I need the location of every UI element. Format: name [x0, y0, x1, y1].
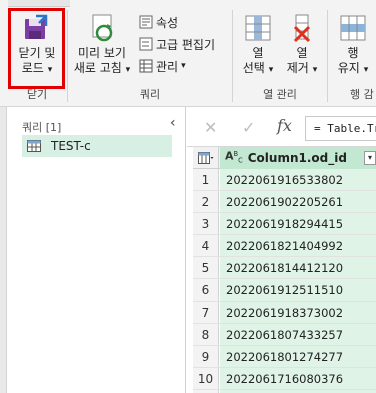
cell-od-id[interactable]: 2022061918294415	[220, 213, 376, 235]
row-number[interactable]: 4	[193, 235, 219, 257]
cell-od-id[interactable]: 2022061821404992	[220, 235, 376, 257]
refresh-preview-label-2: 새로 고침	[73, 61, 122, 75]
cell-od-id[interactable]: 2022061918373002	[220, 301, 376, 323]
group-label-close: 닫기	[26, 88, 48, 101]
manage-label: 관리	[156, 59, 179, 74]
group-label-query: 쿼리	[139, 88, 161, 101]
row-number[interactable]: 1	[193, 169, 219, 191]
table-row[interactable]: 5 2022061814412120	[193, 257, 376, 280]
left-edge-strip	[0, 107, 7, 393]
table-icon	[27, 140, 41, 152]
table-row[interactable]: 10 2022061716080376	[193, 367, 376, 390]
column-header-label: Column1.od_id	[247, 151, 347, 165]
cell-od-id[interactable]: 2022061801274277	[220, 345, 376, 367]
properties-button[interactable]: 속성	[139, 13, 178, 31]
choose-columns-button[interactable]: 열 선택 ▾	[237, 13, 279, 78]
table-menu-icon	[197, 152, 213, 164]
remove-columns-icon	[293, 14, 311, 43]
row-number[interactable]: 7	[193, 301, 219, 323]
formula-input[interactable]: = Table.Tr	[305, 116, 376, 141]
row-number[interactable]: 9	[193, 345, 219, 367]
table-row[interactable]: 9 2022061801274277	[193, 345, 376, 368]
chevron-down-icon: ▾	[125, 65, 131, 75]
remove-columns-label-2: 제거	[286, 61, 309, 75]
cell-od-id[interactable]: 2022061814412120	[220, 257, 376, 279]
manage-button[interactable]: 관리 ▾	[139, 57, 186, 75]
manage-icon	[139, 59, 153, 73]
table-row[interactable]: 3 2022061918294415	[193, 213, 376, 236]
cell-od-id[interactable]: 2022061807433257	[220, 323, 376, 345]
group-separator	[67, 10, 68, 102]
keep-rows-label-1: 행	[347, 46, 359, 60]
cancel-formula-icon[interactable]: ✕	[204, 118, 217, 137]
refresh-preview-icon	[92, 14, 113, 42]
cell-od-id[interactable]: 2022061902205261	[220, 191, 376, 213]
chevron-down-icon: ▾	[181, 61, 186, 71]
group-separator	[327, 10, 328, 102]
keep-rows-button[interactable]: 행 유지 ▾	[331, 13, 375, 78]
keep-rows-label-2: 유지	[337, 61, 360, 75]
commit-formula-icon[interactable]: ✓	[242, 118, 255, 137]
cell-od-id[interactable]: 2022061716080376	[220, 367, 376, 389]
table-row[interactable]: 1 2022061916533802	[193, 169, 376, 192]
group-label-column-management: 열 관리	[263, 88, 297, 101]
remove-columns-button[interactable]: 열 제거 ▾	[281, 13, 323, 78]
close-and-load-highlight	[8, 8, 65, 89]
advanced-editor-icon	[139, 37, 153, 51]
advanced-editor-label: 고급 편집기	[156, 37, 216, 52]
chevron-down-icon: ▾	[268, 65, 274, 75]
refresh-preview-label-1: 미리 보기	[78, 46, 126, 60]
refresh-preview-button[interactable]: 미리 보기 새로 고침 ▾	[70, 13, 134, 78]
choose-columns-icon	[245, 15, 271, 41]
table-row[interactable]: 4 2022061821404992	[193, 235, 376, 258]
advanced-editor-button[interactable]: 고급 편집기	[139, 35, 215, 53]
chevron-down-icon: ▾	[363, 65, 369, 75]
cell-od-id[interactable]: 2022061912511510	[220, 279, 376, 301]
row-number[interactable]: 5	[193, 257, 219, 279]
row-number[interactable]: 8	[193, 323, 219, 345]
row-number[interactable]: 6	[193, 279, 219, 301]
table-row[interactable]: 2 2022061902205261	[193, 191, 376, 214]
query-item-label: TEST-c	[51, 139, 91, 153]
collapse-pane-chevron-icon[interactable]: ‹	[170, 115, 176, 131]
properties-icon	[139, 15, 153, 29]
cell-od-id[interactable]: 2022061916533802	[220, 169, 376, 191]
properties-label: 속성	[156, 15, 179, 30]
ribbon-tab-stub	[8, 0, 70, 7]
text-type-icon[interactable]: ABC	[225, 150, 243, 165]
keep-rows-icon	[340, 15, 366, 41]
query-item-test-c[interactable]: TEST-c	[22, 135, 172, 157]
choose-columns-label-1: 열	[252, 46, 264, 60]
remove-columns-label-1: 열	[296, 46, 308, 60]
fx-icon[interactable]: fx	[277, 116, 292, 135]
chevron-down-icon: ▾	[312, 65, 318, 75]
row-number[interactable]: 2	[193, 191, 219, 213]
choose-columns-label-2: 선택	[242, 61, 265, 75]
data-grid: 1 2022061916533802 2 2022061902205261 3 20220…	[193, 169, 376, 393]
column-filter-dropdown-icon[interactable]: ▾	[364, 151, 376, 165]
group-label-reduce-rows: 행 감	[350, 88, 374, 101]
table-row[interactable]: 8 2022061807433257	[193, 323, 376, 346]
table-menu-button[interactable]	[193, 147, 219, 169]
table-row[interactable]: 7 2022061918373002	[193, 301, 376, 324]
column-header-od-id[interactable]: ABC Column1.od_id	[220, 147, 376, 169]
row-number[interactable]: 3	[193, 213, 219, 235]
table-row[interactable]: 6 2022061912511510	[193, 279, 376, 302]
group-separator	[232, 10, 233, 102]
row-number[interactable]: 10	[193, 367, 219, 389]
queries-pane-title: 쿼리 [1]	[22, 121, 62, 134]
